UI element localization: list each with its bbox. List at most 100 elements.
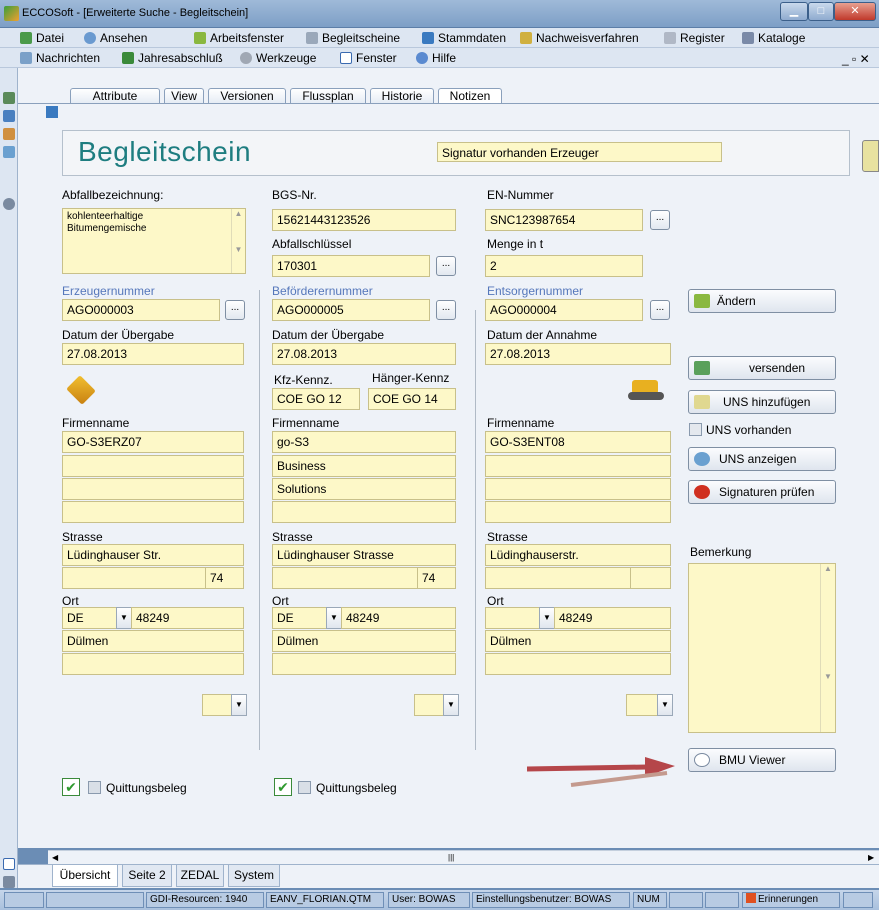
befoerderer-plz-field[interactable]: 48249 [341,607,456,629]
erzeuger-quittung-checkbox[interactable] [88,781,101,794]
grid-tool-icon[interactable] [3,128,15,140]
erzeuger-ort-field[interactable]: Dülmen [62,630,244,652]
abfall-textarea[interactable]: kohlenteerhaltige Bitumengemische [62,208,246,274]
entsorger-firma-4[interactable] [485,501,671,523]
entsorger-ort-field[interactable]: Dülmen [485,630,671,652]
tab-view[interactable]: View [164,88,204,104]
bgs-field[interactable]: 15621443123526 [272,209,456,231]
entsorger-lookup-button[interactable]: ... [650,300,670,320]
befoerderer-hausnr-field[interactable]: 74 [417,567,456,589]
menu-hilfe[interactable]: Hilfe [416,51,456,65]
tab-notizen[interactable]: Notizen [438,88,502,104]
befoerderer-lookup-button[interactable]: ... [436,300,456,320]
erzeuger-plz-field[interactable]: 48249 [131,607,244,629]
erzeuger-ok-icon[interactable]: ✔ [62,778,80,796]
entsorger-plz-field[interactable]: 48249 [554,607,671,629]
tab-attribute[interactable]: Attribute [70,88,160,104]
erzeuger-datum-field[interactable]: 27.08.2013 [62,343,244,365]
menge-field[interactable]: 2 [485,255,643,277]
erzeuger-firma-4[interactable] [62,501,244,523]
bmu-viewer-button[interactable]: BMU Viewer [688,748,836,772]
befoerderer-firma-4[interactable] [272,501,456,523]
entsorger-strasse-field[interactable]: Lüdinghauserstr. [485,544,671,566]
befoerderer-firma-3[interactable]: Solutions [272,478,456,500]
scroll-left-icon[interactable]: ◀ [52,853,58,862]
maximize-button[interactable]: □ [808,2,834,21]
befoerderer-ort-zusatz[interactable] [272,653,456,675]
entsorger-firma-1[interactable]: GO-S3ENT08 [485,431,671,453]
bemerkung-textarea[interactable] [688,563,836,733]
tab-system[interactable]: System [228,865,280,887]
befoerderer-strasse-zusatz[interactable] [272,567,418,589]
tab-seite2[interactable]: Seite 2 [122,865,172,887]
menu-datei[interactable]: Datei [20,31,64,45]
edit-tool-icon[interactable] [3,92,15,104]
signature-status-field[interactable]: Signatur vorhanden Erzeuger [437,142,722,162]
menu-begleitscheine[interactable]: Begleitscheine [306,31,400,45]
erzeuger-land-dropdown[interactable]: ▼ [116,607,132,629]
menu-register[interactable]: Register [664,31,725,45]
befoerderer-firma-2[interactable]: Business [272,455,456,477]
uns-show-button[interactable]: UNS anzeigen [688,447,836,471]
abfall-scrollbar[interactable]: ▲ ▼ [231,209,245,273]
tab-zedal[interactable]: ZEDAL [176,865,224,887]
erzeuger-ort-zusatz[interactable] [62,653,244,675]
entsorger-datum-field[interactable]: 27.08.2013 [485,343,671,365]
flow-tool-icon[interactable] [3,110,15,122]
entsorger-land-field[interactable] [485,607,541,629]
tab-flussplan[interactable]: Flussplan [290,88,366,104]
entsorger-select-dropdown[interactable]: ▼ [657,694,673,716]
befoerderer-ort-field[interactable]: Dülmen [272,630,456,652]
tab-uebersicht[interactable]: Übersicht [52,865,118,887]
befoerderer-quittung-checkbox[interactable] [298,781,311,794]
scroll-thumb[interactable]: ||| [448,853,454,862]
uns-vorhanden-checkbox[interactable] [689,423,702,436]
menu-fenster[interactable]: Fenster [340,51,397,65]
menu-arbeitsfenster[interactable]: Arbeitsfenster [194,31,284,45]
window-tool-icon[interactable] [3,858,15,870]
erzeuger-strasse-field[interactable]: Lüdinghauser Str. [62,544,244,566]
befoerderer-ok-icon[interactable]: ✔ [274,778,292,796]
entsorger-ort-zusatz[interactable] [485,653,671,675]
menu-nachrichten[interactable]: Nachrichten [20,51,100,65]
status-reminders[interactable]: Erinnerungen [742,892,840,908]
tab-versionen[interactable]: Versionen [208,88,286,104]
menu-ansehen[interactable]: Ansehen [84,31,147,45]
befoerderer-firma-1[interactable]: go-S3 [272,431,456,453]
minimize-button[interactable]: ▁ [780,2,808,21]
erzeuger-firma-1[interactable]: GO-S3ERZ07 [62,431,244,453]
befoerderer-field[interactable]: AGO000005 [272,299,430,321]
erzeuger-select-dropdown[interactable]: ▼ [231,694,247,716]
entsorger-firma-3[interactable] [485,478,671,500]
pin-tool-icon[interactable] [3,876,15,888]
versenden-button[interactable]: versenden [688,356,836,380]
bemerkung-scrollbar[interactable]: ▲ ▼ [820,564,835,732]
entsorger-field[interactable]: AGO000004 [485,299,643,321]
schluessel-field[interactable]: 170301 [272,255,430,277]
erzeuger-select-field[interactable] [202,694,232,716]
en-field[interactable]: SNC123987654 [485,209,643,231]
menu-kataloge[interactable]: Kataloge [742,31,805,45]
befoerderer-select-field[interactable] [414,694,444,716]
befoerderer-land-field[interactable]: DE [272,607,328,629]
close-button[interactable]: ✕ [834,2,876,21]
entsorger-hausnr-field[interactable] [630,567,671,589]
menu-nachweisverfahren[interactable]: Nachweisverfahren [520,31,639,45]
erzeuger-field[interactable]: AGO000003 [62,299,220,321]
en-lookup-button[interactable]: ... [650,210,670,230]
erzeuger-hausnr-field[interactable]: 74 [205,567,244,589]
befoerderer-land-dropdown[interactable]: ▼ [326,607,342,629]
note-tool-icon[interactable] [3,146,15,158]
erzeuger-lookup-button[interactable]: ... [225,300,245,320]
erzeuger-strasse-zusatz[interactable] [62,567,206,589]
schluessel-lookup-button[interactable]: ... [436,256,456,276]
scroll-right-icon[interactable]: ▶ [868,853,874,862]
mdi-controls[interactable]: _ ▫ ✕ [842,52,870,66]
horizontal-scrollbar[interactable]: ◀ ||| ▶ [48,850,879,864]
menu-stammdaten[interactable]: Stammdaten [422,31,506,45]
erzeuger-land-field[interactable]: DE [62,607,118,629]
aendern-button[interactable]: Ändern [688,289,836,313]
entsorger-firma-2[interactable] [485,455,671,477]
entsorger-select-field[interactable] [626,694,658,716]
menu-jahresabschluss[interactable]: Jahresabschluß [122,51,223,65]
